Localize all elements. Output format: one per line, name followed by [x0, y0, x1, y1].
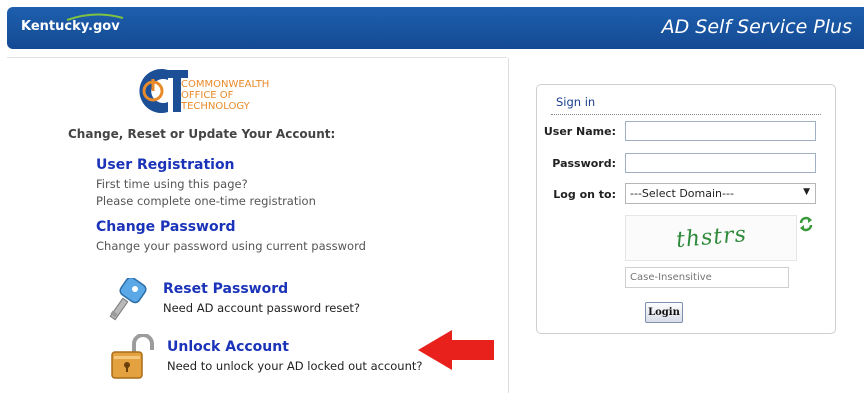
unlock-account-link[interactable]: Unlock Account	[167, 339, 289, 355]
password-label: Password:	[552, 157, 616, 170]
column-divider	[508, 58, 509, 393]
cot-logo-icon	[139, 69, 188, 113]
key-icon	[109, 278, 147, 321]
org-line-3: TECHNOLOGY	[181, 101, 250, 112]
login-button[interactable]: Login	[645, 302, 683, 323]
username-input[interactable]	[625, 121, 816, 141]
swoosh-icon	[66, 13, 124, 21]
reset-password-desc: Need AD account password reset?	[163, 301, 361, 315]
padlock-icon	[111, 334, 154, 379]
refresh-icon[interactable]	[799, 216, 813, 232]
kentucky-gov-logo[interactable]: Kentucky.gov	[21, 13, 124, 34]
domain-selected-value: ---Select Domain---	[630, 187, 734, 200]
signin-title: Sign in	[556, 95, 596, 109]
user-registration-desc-2: Please complete one-time registration	[96, 194, 316, 208]
domain-select[interactable]: ---Select Domain--- ▼	[625, 183, 816, 204]
logon-label: Log on to:	[553, 188, 616, 201]
captcha-input[interactable]	[625, 267, 789, 288]
org-line-2: OFFICE OF	[181, 90, 234, 101]
change-password-desc: Change your password using current passw…	[96, 239, 366, 253]
page-tagline: Change, Reset or Update Your Account:	[68, 127, 336, 141]
app-title: AD Self Service Plus	[661, 16, 852, 38]
username-label: User Name:	[543, 125, 616, 138]
user-registration-desc-1: First time using this page?	[96, 177, 248, 191]
signin-divider	[551, 114, 821, 115]
password-input[interactable]	[625, 153, 816, 173]
user-registration-link[interactable]: User Registration	[96, 157, 235, 173]
red-arrow-icon	[418, 330, 494, 370]
org-name: COMMONWEALTH OFFICE OF TECHNOLOGY	[181, 79, 269, 112]
header-bar: Kentucky.gov AD Self Service Plus	[7, 7, 864, 49]
unlock-account-desc: Need to unlock your AD locked out accoun…	[167, 359, 423, 373]
reset-password-link[interactable]: Reset Password	[163, 281, 288, 297]
chevron-down-icon: ▼	[803, 187, 810, 197]
top-divider	[7, 57, 507, 58]
org-line-1: COMMONWEALTH	[181, 79, 270, 90]
change-password-link[interactable]: Change Password	[96, 219, 236, 235]
